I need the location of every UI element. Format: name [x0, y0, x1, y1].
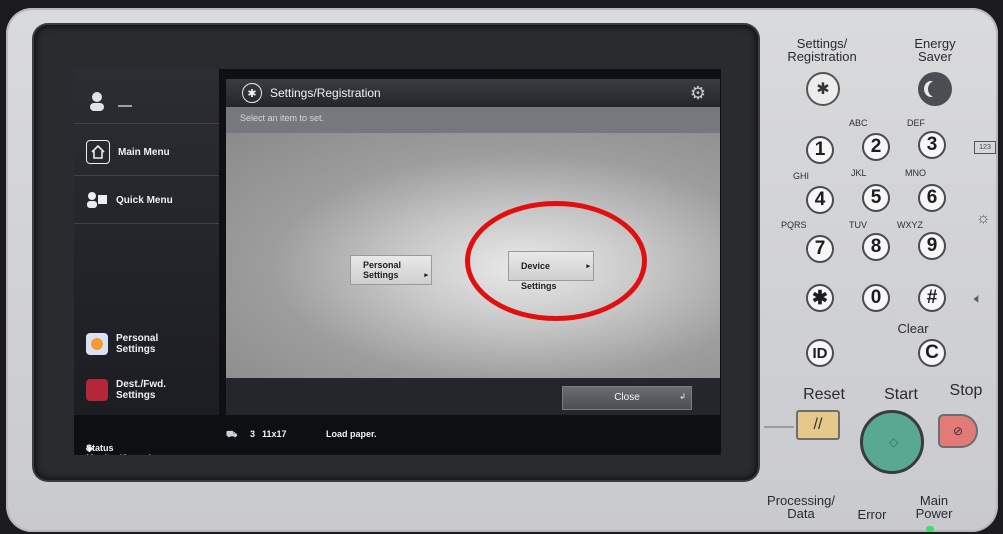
key-9-letters: WXYZ	[897, 220, 923, 230]
main-menu-label: Main Menu	[118, 146, 170, 158]
reset-divider-line	[764, 426, 794, 428]
personal-settings-line1: Personal	[116, 333, 159, 344]
start-icon: ◇	[889, 435, 899, 449]
main-power-line2: Power	[915, 506, 953, 521]
status-bar: ◈ Status Monitor/Cancel ⛟ 3 11x17 Load p…	[74, 415, 721, 455]
dest-fwd-settings-line2: Settings	[116, 390, 156, 401]
paper-tray-icon: ⛟	[226, 429, 238, 439]
key-3-letters: DEF	[907, 118, 925, 128]
reset-button[interactable]: //	[796, 410, 840, 440]
key-4[interactable]: 4	[806, 186, 834, 214]
tray-number: 3	[250, 429, 256, 439]
home-icon	[86, 140, 110, 164]
key-asterisk[interactable]: ✱	[806, 284, 834, 312]
quick-menu-icon	[86, 189, 108, 211]
key-4-letters: GHI	[793, 171, 810, 181]
highlight-circle	[465, 201, 647, 321]
personal-settings-button-line1: Personal	[363, 260, 402, 270]
stop-icon: ⊘	[952, 424, 964, 438]
brightness-icon[interactable]: ☼	[976, 210, 991, 228]
key-2[interactable]: 2	[862, 133, 890, 161]
close-button[interactable]: Close ↲	[562, 386, 692, 410]
processing-data-line2: Data	[787, 506, 815, 521]
key-7[interactable]: 7	[806, 235, 834, 263]
screen-title: Settings/Registration	[270, 86, 381, 100]
dest-fwd-settings-label: Dest./Fwd. Settings	[116, 379, 166, 401]
user-icon	[86, 90, 108, 112]
dest-fwd-settings-line1: Dest./Fwd.	[116, 379, 167, 390]
gear-icon[interactable]: ⚙	[690, 83, 706, 104]
key-2-letters: ABC	[849, 118, 868, 128]
energy-saver-label-line2: Saver	[918, 49, 952, 64]
settings-registration-icon: ✱	[242, 83, 262, 103]
return-arrow-icon: ↲	[679, 392, 686, 401]
left-sidebar: Main Menu Quick Menu Personal Settings D…	[74, 69, 219, 415]
counter-check-key[interactable]: 123	[974, 141, 996, 154]
address-book-icon	[86, 379, 108, 401]
stop-button[interactable]: ⊘	[938, 414, 978, 448]
key-8-letters: TUV	[849, 220, 867, 230]
hash-icon: #	[926, 287, 938, 308]
chevron-right-icon: ▸	[424, 272, 428, 279]
key-6[interactable]: 6	[918, 184, 946, 212]
stop-label: Stop	[949, 382, 983, 399]
quick-menu-button[interactable]: Quick Menu	[74, 177, 219, 224]
settings-registration-icon: ✱	[816, 81, 830, 98]
key-5[interactable]: 5	[862, 184, 890, 212]
personal-settings-icon	[86, 333, 108, 355]
main-menu-button[interactable]: Main Menu	[74, 129, 219, 176]
reset-icon: //	[813, 416, 823, 433]
screen-title-bar: ✱ Settings/Registration ⚙	[226, 79, 720, 107]
close-button-label: Close	[614, 392, 640, 403]
id-key[interactable]: ID	[806, 339, 834, 367]
key-9[interactable]: 9	[918, 232, 946, 260]
start-button[interactable]: ◇	[860, 410, 924, 474]
key-0[interactable]: 0	[862, 284, 890, 312]
key-5-letters: JKL	[851, 168, 867, 178]
key-6-letters: MNO	[905, 168, 926, 178]
status-monitor-label: Status Monitor/Cancel	[86, 443, 151, 455]
user-login[interactable]	[74, 79, 219, 124]
personal-settings-button-line2: Settings	[363, 270, 399, 280]
settings-registration-label-line2: Registration	[787, 49, 857, 64]
status-message: Load paper.	[326, 429, 377, 439]
clear-key-label: Clear	[897, 321, 929, 336]
key-3[interactable]: 3	[918, 131, 946, 159]
reset-label: Reset	[803, 386, 845, 403]
instruction-text: Select an item to set.	[226, 107, 720, 133]
personal-settings-button[interactable]: Personal Settings ▸	[350, 255, 432, 285]
clear-key[interactable]: C	[918, 339, 946, 367]
personal-settings-label: Personal Settings	[116, 333, 158, 355]
key-hash[interactable]: #	[918, 284, 946, 312]
moon-icon	[928, 81, 942, 97]
asterisk-icon: ✱	[812, 287, 828, 309]
personal-settings-line2: Settings	[116, 344, 156, 355]
dest-fwd-settings-shortcut[interactable]: Dest./Fwd. Settings	[74, 367, 219, 413]
energy-saver-key[interactable]	[918, 72, 952, 106]
personal-settings-shortcut[interactable]: Personal Settings	[74, 321, 219, 367]
key-7-letters: PQRS	[781, 220, 807, 230]
user-name-placeholder	[118, 105, 132, 107]
start-label: Start	[884, 386, 918, 403]
main-power-label: Main Power	[906, 494, 962, 520]
volume-icon[interactable]: 🔈︎	[974, 290, 982, 307]
processing-data-label: Processing/ Data	[758, 494, 844, 520]
energy-saver-key-label: Energy Saver	[900, 37, 970, 63]
error-label: Error	[857, 507, 887, 522]
key-1[interactable]: 1	[806, 136, 834, 164]
main-power-indicator	[926, 526, 934, 532]
settings-registration-key-label: Settings/ Registration	[782, 37, 862, 63]
key-8[interactable]: 8	[862, 233, 890, 261]
quick-menu-label: Quick Menu	[116, 194, 173, 206]
paper-size: 11x17	[262, 429, 287, 439]
screen-footer: Close ↲	[226, 378, 720, 415]
settings-registration-key[interactable]: ✱	[806, 72, 840, 106]
